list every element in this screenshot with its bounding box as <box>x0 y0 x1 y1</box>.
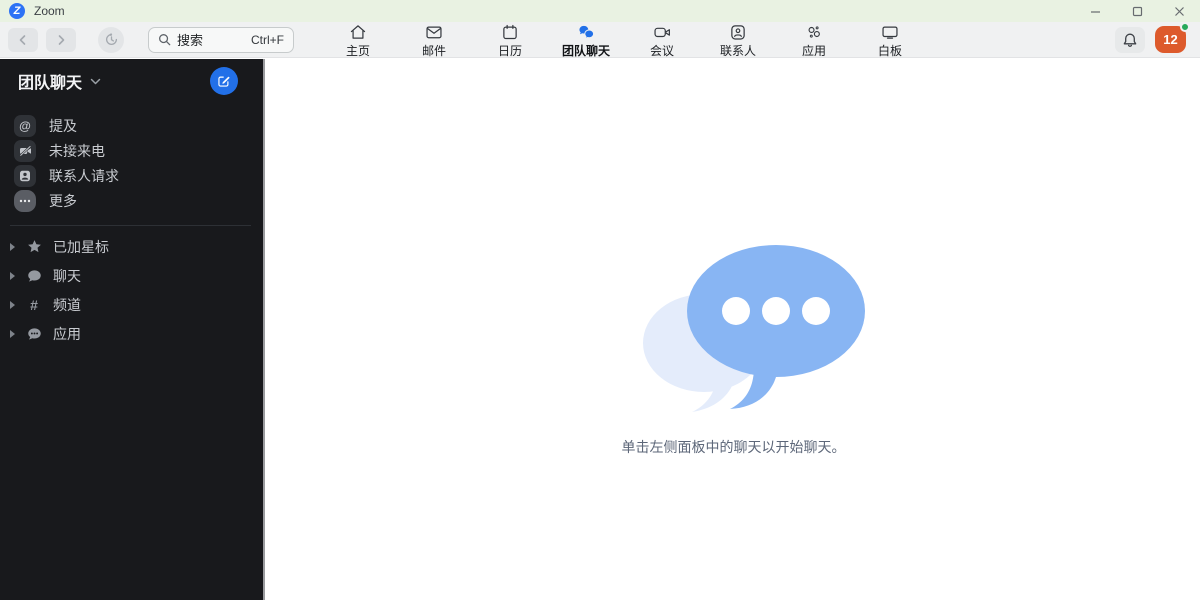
search-input[interactable]: 搜索 Ctrl+F <box>148 26 294 53</box>
compose-icon <box>218 76 230 87</box>
sidebar-title[interactable]: 团队聊天 <box>18 69 82 93</box>
sidebar-section-apps[interactable]: 应用 <box>0 319 263 348</box>
sidebar-item-mentions[interactable]: @ 提及 <box>0 113 263 138</box>
chevron-down-icon[interactable] <box>90 78 101 85</box>
caret-right-icon[interactable] <box>10 329 15 338</box>
caret-right-icon[interactable] <box>10 242 15 251</box>
empty-hint-text: 单击左侧面板中的聊天以开始聊天。 <box>621 439 846 455</box>
sidebar-section-starred[interactable]: 已加星标 <box>0 232 263 261</box>
main-panel: 单击左侧面板中的聊天以开始聊天。 <box>267 59 1200 600</box>
sidebar: 团队聊天 @ 提及 未接来电 联系人请求 更多 已加星标 聊天 # 频道 应用 <box>0 59 265 600</box>
chevron-left-icon <box>19 34 26 45</box>
back-button[interactable] <box>8 27 38 52</box>
toolbar-right: 12 <box>1115 22 1190 53</box>
presence-dot <box>1180 22 1190 32</box>
caret-right-icon[interactable] <box>10 271 15 280</box>
bell-icon <box>1123 33 1137 47</box>
avatar[interactable]: 12 <box>1155 22 1190 53</box>
tab-apps[interactable]: 应用 <box>782 21 846 59</box>
mail-icon <box>426 25 442 38</box>
calendar-icon <box>503 24 517 39</box>
team-chat-icon <box>579 25 595 39</box>
maximize-icon[interactable] <box>1116 0 1158 22</box>
tab-home[interactable]: 主页 <box>326 21 390 59</box>
tab-whiteboard[interactable]: 白板 <box>858 21 922 59</box>
contact-request-icon <box>14 164 36 187</box>
chevron-right-icon <box>58 34 65 45</box>
forward-button[interactable] <box>46 27 76 52</box>
sidebar-item-contact-requests[interactable]: 联系人请求 <box>0 163 263 188</box>
sidebar-quick-list: @ 提及 未接来电 联系人请求 更多 <box>0 113 263 213</box>
sidebar-divider <box>10 225 251 226</box>
sidebar-section-channels[interactable]: # 频道 <box>0 290 263 319</box>
tab-contacts[interactable]: 联系人 <box>706 21 770 59</box>
more-icon <box>14 189 36 212</box>
titlebar: Z Zoom <box>0 0 1200 22</box>
caret-right-icon[interactable] <box>10 300 15 309</box>
missed-call-icon <box>14 139 36 162</box>
channel-icon: # <box>30 296 38 313</box>
contacts-icon <box>731 24 745 40</box>
sidebar-header: 团队聊天 <box>0 59 263 103</box>
chat-icon <box>26 269 42 283</box>
search-icon <box>159 34 171 46</box>
history-button[interactable] <box>98 26 124 53</box>
minimize-icon[interactable] <box>1074 0 1116 22</box>
sidebar-item-more[interactable]: 更多 <box>0 188 263 213</box>
search-placeholder: 搜索 <box>177 33 204 48</box>
home-icon <box>350 24 366 39</box>
tab-team-chat[interactable]: 团队聊天 <box>554 21 618 59</box>
empty-state: 单击左侧面板中的聊天以开始聊天。 <box>584 231 884 457</box>
app-title: Zoom <box>34 4 65 18</box>
sidebar-item-missed-calls[interactable]: 未接来电 <box>0 138 263 163</box>
apps-icon <box>808 25 820 38</box>
tab-meetings[interactable]: 会议 <box>630 21 694 59</box>
apps-bubble-icon <box>26 327 42 341</box>
notifications-button[interactable] <box>1115 26 1145 53</box>
tab-calendar[interactable]: 日历 <box>478 21 542 59</box>
close-icon[interactable] <box>1158 0 1200 22</box>
avatar-badge: 12 <box>1163 32 1178 47</box>
chat-bubbles-illustration <box>642 245 865 412</box>
sidebar-sections: 已加星标 聊天 # 频道 应用 <box>0 232 263 348</box>
star-icon <box>26 239 42 254</box>
window-controls <box>1074 0 1200 22</box>
whiteboard-icon <box>882 25 898 39</box>
tab-mail[interactable]: 邮件 <box>402 21 466 59</box>
sidebar-section-chats[interactable]: 聊天 <box>0 261 263 290</box>
toolbar: 搜索 Ctrl+F 主页 邮件 日历 团队聊天 会议 联系人 应用 白板 12 <box>0 22 1200 58</box>
meetings-icon <box>654 27 670 37</box>
mention-icon: @ <box>14 114 36 137</box>
zoom-logo-icon: Z <box>9 3 25 19</box>
nav-tabs: 主页 邮件 日历 团队聊天 会议 联系人 应用 白板 <box>320 21 928 59</box>
history-icon <box>105 32 117 45</box>
search-shortcut: Ctrl+F <box>251 32 284 47</box>
new-chat-button[interactable] <box>210 67 238 95</box>
